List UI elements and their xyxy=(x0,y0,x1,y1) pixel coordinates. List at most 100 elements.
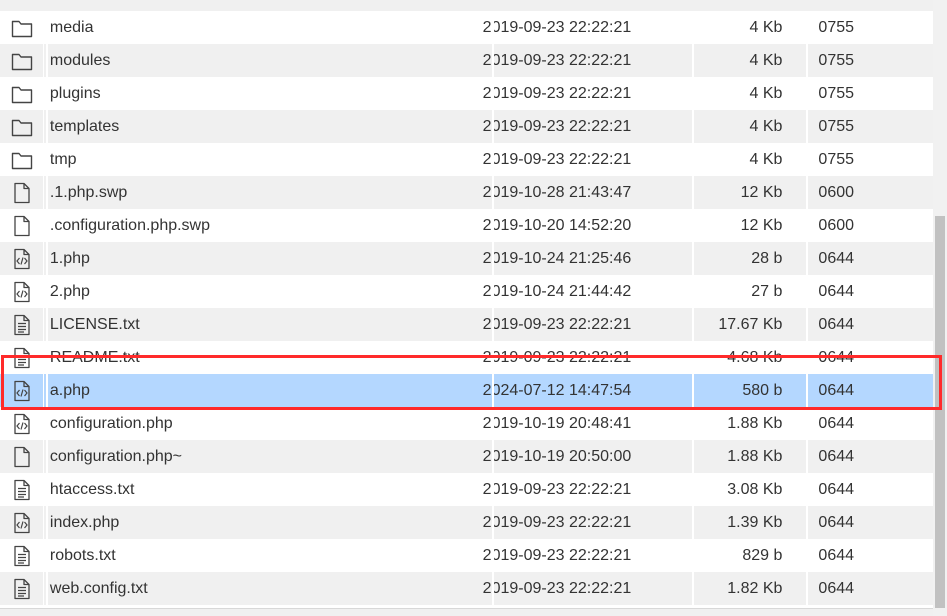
table-row[interactable]: templates 2019-09-23 22:22:21 4 Kb 0755 xyxy=(0,110,933,143)
file-permissions[interactable]: 0644 xyxy=(782,415,933,433)
column-divider xyxy=(46,407,48,440)
file-permissions[interactable]: 0644 xyxy=(782,316,933,334)
file-permissions[interactable]: 0644 xyxy=(782,448,933,466)
column-divider xyxy=(46,572,48,605)
file-permissions[interactable]: 0644 xyxy=(782,349,933,367)
file-modified-date: 2019-10-24 21:44:42 xyxy=(482,282,632,300)
folder-icon xyxy=(0,11,44,44)
file-name[interactable]: robots.txt xyxy=(44,547,476,565)
file-modified-date: 2019-09-23 22:22:21 xyxy=(482,150,632,168)
column-divider xyxy=(692,110,694,143)
file-permissions[interactable]: 0755 xyxy=(782,52,933,70)
file-name[interactable]: 1.php xyxy=(44,250,476,268)
column-divider xyxy=(806,77,808,110)
file-permissions[interactable]: 0600 xyxy=(782,217,933,235)
file-size: 1.88 Kb xyxy=(727,414,783,432)
column-divider xyxy=(46,209,48,242)
file-modified-date: 2019-09-23 22:22:21 xyxy=(482,480,632,498)
file-permissions[interactable]: 0755 xyxy=(782,85,933,103)
file-permissions[interactable]: 0644 xyxy=(782,283,933,301)
column-divider xyxy=(692,539,694,572)
file-name[interactable]: .configuration.php.swp xyxy=(44,217,476,235)
text-file-icon xyxy=(0,539,44,572)
file-permissions[interactable]: 0644 xyxy=(782,250,933,268)
file-name[interactable]: web.config.txt xyxy=(44,580,476,598)
file-name[interactable]: media xyxy=(44,19,476,37)
table-row[interactable]: configuration.php 2019-10-19 20:48:41 1.88… xyxy=(0,407,933,440)
scrollbar-thumb[interactable] xyxy=(935,216,945,608)
vertical-scrollbar[interactable] xyxy=(933,0,947,616)
file-modified-date: 2024-07-12 14:47:54 xyxy=(482,381,632,399)
file-size: 4 Kb xyxy=(749,51,783,69)
code-file-icon xyxy=(0,242,44,275)
file-name[interactable]: .1.php.swp xyxy=(44,184,476,202)
table-row[interactable]: robots.txt 2019-09-23 22:22:21 829 b 0644 xyxy=(0,539,933,572)
table-row[interactable]: .configuration.php.swp 2019-10-20 14:52:2… xyxy=(0,209,933,242)
column-divider xyxy=(492,374,494,407)
column-divider xyxy=(806,176,808,209)
file-name[interactable]: htaccess.txt xyxy=(44,481,476,499)
column-divider xyxy=(692,407,694,440)
column-divider xyxy=(492,44,494,77)
column-divider xyxy=(46,176,48,209)
file-modified-date: 2019-10-24 21:25:46 xyxy=(482,249,632,267)
file-name[interactable]: templates xyxy=(44,118,476,136)
column-divider xyxy=(46,143,48,176)
folder-icon xyxy=(0,44,44,77)
column-divider xyxy=(692,176,694,209)
file-name[interactable]: configuration.php~ xyxy=(44,448,476,466)
file-permissions[interactable]: 0644 xyxy=(782,547,933,565)
column-divider xyxy=(492,572,494,605)
column-divider xyxy=(492,473,494,506)
column-divider xyxy=(806,209,808,242)
table-row[interactable]: README.txt 2019-09-23 22:22:21 4.68 Kb 0644 xyxy=(0,341,933,374)
file-modified-date: 2019-09-23 22:22:21 xyxy=(482,546,632,564)
column-divider xyxy=(492,440,494,473)
file-name[interactable]: configuration.php xyxy=(44,415,476,433)
file-name[interactable]: a.php xyxy=(44,382,476,400)
text-file-icon xyxy=(0,572,44,605)
file-name[interactable]: modules xyxy=(44,52,476,70)
column-divider xyxy=(692,44,694,77)
file-permissions[interactable]: 0755 xyxy=(782,19,933,37)
table-row[interactable]: index.php 2019-09-23 22:22:21 1.39 Kb 0644 xyxy=(0,506,933,539)
file-permissions[interactable]: 0644 xyxy=(782,481,933,499)
file-size: 4 Kb xyxy=(749,84,783,102)
table-row[interactable]: web.config.txt 2019-09-23 22:22:21 1.82 Kb… xyxy=(0,572,933,605)
table-row[interactable]: a.php 2024-07-12 14:47:54 580 b 0644 xyxy=(0,374,933,407)
table-row[interactable]: media 2019-09-23 22:22:21 4 Kb 0755 xyxy=(0,11,933,44)
column-divider xyxy=(46,110,48,143)
file-permissions[interactable]: 0644 xyxy=(782,580,933,598)
column-divider xyxy=(492,77,494,110)
column-divider xyxy=(46,242,48,275)
table-row[interactable]: 2.php 2019-10-24 21:44:42 27 b 0644 xyxy=(0,275,933,308)
file-name[interactable]: 2.php xyxy=(44,283,476,301)
file-name[interactable]: index.php xyxy=(44,514,476,532)
file-name[interactable]: README.txt xyxy=(44,349,476,367)
file-permissions[interactable]: 0600 xyxy=(782,184,933,202)
table-row[interactable]: tmp 2019-09-23 22:22:21 4 Kb 0755 xyxy=(0,143,933,176)
table-row[interactable]: plugins 2019-09-23 22:22:21 4 Kb 0755 xyxy=(0,77,933,110)
table-row[interactable]: configuration.php~ 2019-10-19 20:50:00 1.8… xyxy=(0,440,933,473)
text-file-icon xyxy=(0,308,44,341)
column-divider xyxy=(692,341,694,374)
table-row[interactable]: modules 2019-09-23 22:22:21 4 Kb 0755 xyxy=(0,44,933,77)
table-row[interactable]: .1.php.swp 2019-10-28 21:43:47 12 Kb 0600 xyxy=(0,176,933,209)
file-name[interactable]: tmp xyxy=(44,151,476,169)
file-permissions[interactable]: 0755 xyxy=(782,151,933,169)
file-permissions[interactable]: 0644 xyxy=(782,514,933,532)
column-divider xyxy=(806,407,808,440)
column-divider xyxy=(46,539,48,572)
file-modified-date: 2019-10-20 14:52:20 xyxy=(482,216,632,234)
file-permissions[interactable]: 0644 xyxy=(782,382,933,400)
file-name[interactable]: plugins xyxy=(44,85,476,103)
folder-icon xyxy=(0,77,44,110)
column-divider xyxy=(806,440,808,473)
table-row[interactable]: LICENSE.txt 2019-09-23 22:22:21 17.67 Kb 06… xyxy=(0,308,933,341)
file-permissions[interactable]: 0755 xyxy=(782,118,933,136)
column-divider xyxy=(806,11,808,44)
code-file-icon xyxy=(0,407,44,440)
file-name[interactable]: LICENSE.txt xyxy=(44,316,476,334)
table-row[interactable]: htaccess.txt 2019-09-23 22:22:21 3.08 Kb 06… xyxy=(0,473,933,506)
table-row[interactable]: 1.php 2019-10-24 21:25:46 28 b 0644 xyxy=(0,242,933,275)
